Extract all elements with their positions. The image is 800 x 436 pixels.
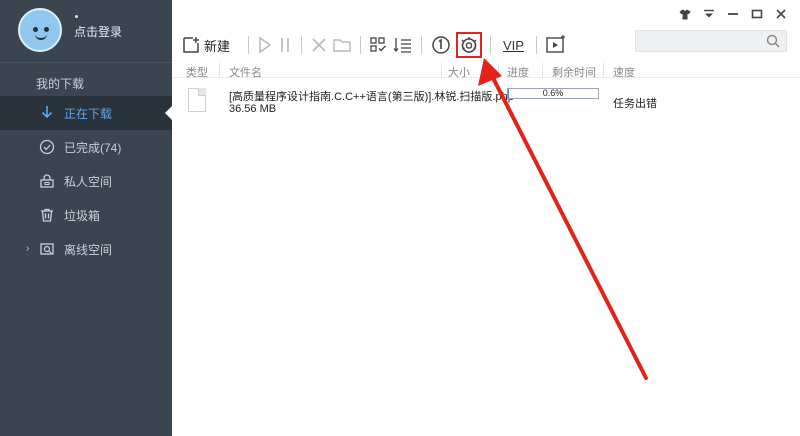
trash-icon: [38, 206, 56, 224]
file-icon: [188, 88, 206, 112]
col-type[interactable]: 类型: [186, 64, 208, 80]
new-task-label: 新建: [204, 38, 231, 54]
progress-bar: 0.6%: [507, 88, 599, 99]
toolbar-divider: [421, 36, 423, 54]
sidebar-divider: [0, 62, 172, 63]
vip-button[interactable]: VIP: [499, 33, 528, 57]
sidebar-item-label: 已完成(74): [64, 140, 122, 155]
login-link[interactable]: 点击登录: [74, 23, 122, 40]
settings-gear-icon: [461, 37, 477, 53]
speed-limit-button[interactable]: [430, 33, 452, 57]
col-remaining[interactable]: 剩余时间: [552, 64, 596, 80]
file-name: [高质量程序设计指南.C.C++语言(第三版)].林锐.扫描版.php: [229, 91, 514, 103]
batch-select-button[interactable]: [369, 33, 389, 57]
maximize-icon[interactable]: [748, 6, 766, 22]
open-folder-button[interactable]: [332, 33, 352, 57]
video-play-button[interactable]: [545, 33, 567, 57]
sort-button[interactable]: [393, 33, 413, 57]
search-input[interactable]: [635, 30, 787, 52]
avatar[interactable]: [18, 8, 62, 52]
close-icon[interactable]: [772, 6, 790, 22]
private-space-icon: [38, 172, 56, 190]
sidebar-item-label: 离线空间: [64, 242, 113, 257]
status-dot: [75, 15, 78, 18]
toolbar-divider: [490, 36, 492, 54]
table-row[interactable]: [高质量程序设计指南.C.C++语言(第三版)].林锐.扫描版.php 36.5…: [172, 84, 800, 120]
col-progress[interactable]: 进度: [507, 64, 529, 80]
chevron-right-icon[interactable]: ›: [26, 243, 29, 254]
sidebar-item-label: 垃圾箱: [64, 208, 101, 223]
sidebar-item-offline-space[interactable]: › 离线空间: [0, 232, 172, 266]
delete-button[interactable]: [310, 33, 328, 57]
delete-x-icon: [312, 38, 326, 52]
play-icon: [259, 36, 272, 54]
profile-area[interactable]: 点击登录: [0, 0, 172, 62]
window-controls: [676, 6, 790, 22]
skin-shirt-icon[interactable]: [676, 6, 694, 22]
vip-label: VIP: [503, 37, 524, 53]
status-text: 任务出错: [613, 98, 657, 110]
sidebar: 点击登录 我的下载 正在下载 已完成(74) 私人空间 垃圾箱 › 离线空间: [0, 0, 172, 436]
offline-space-icon: [38, 240, 56, 258]
col-size[interactable]: 大小: [448, 64, 470, 80]
section-title-my-downloads: 我的下载: [36, 77, 85, 91]
column-header: 类型 文件名 大小 进度 剩余时间 速度: [172, 62, 800, 80]
check-circle-icon: [38, 138, 56, 156]
sort-list-icon: [393, 38, 412, 53]
folder-icon: [333, 39, 351, 52]
toolbar-divider: [535, 36, 537, 54]
sidebar-item-label: 正在下载: [64, 106, 113, 121]
video-play-icon: [546, 35, 565, 53]
sidebar-item-completed[interactable]: 已完成(74): [0, 130, 172, 164]
toolbar-divider: [301, 36, 303, 54]
speed-clock-icon: [432, 36, 450, 54]
toolbar: 新建 VIP: [182, 32, 571, 58]
start-button[interactable]: [257, 33, 273, 57]
sidebar-nav: 正在下载 已完成(74) 私人空间 垃圾箱 › 离线空间: [0, 96, 172, 266]
sidebar-item-downloading[interactable]: 正在下载: [0, 96, 172, 130]
search-icon: [766, 34, 780, 48]
file-size: 36.56 MB: [229, 103, 277, 115]
toolbar-divider: [248, 36, 250, 54]
sidebar-item-trash[interactable]: 垃圾箱: [0, 198, 172, 232]
menu-dropdown-icon[interactable]: [700, 6, 718, 22]
toolbar-divider: [360, 36, 362, 54]
pause-button[interactable]: [277, 33, 293, 57]
col-filename[interactable]: 文件名: [229, 64, 262, 80]
col-speed[interactable]: 速度: [613, 64, 635, 80]
minimize-icon[interactable]: [724, 6, 742, 22]
settings-button[interactable]: [456, 32, 483, 58]
new-file-icon: [183, 37, 199, 53]
sidebar-item-label: 私人空间: [64, 174, 113, 189]
main-panel: 新建 VIP 类型 文件名 大小 进度 剩余时间 速度 [高质量程序设计指南.C…: [172, 0, 800, 436]
pause-icon: [281, 38, 289, 52]
progress-text: 0.6%: [542, 88, 564, 98]
new-task-button[interactable]: 新建: [182, 33, 230, 57]
grid-check-icon: [370, 37, 387, 52]
download-arrow-icon: [38, 104, 56, 122]
sidebar-item-private-space[interactable]: 私人空间: [0, 164, 172, 198]
